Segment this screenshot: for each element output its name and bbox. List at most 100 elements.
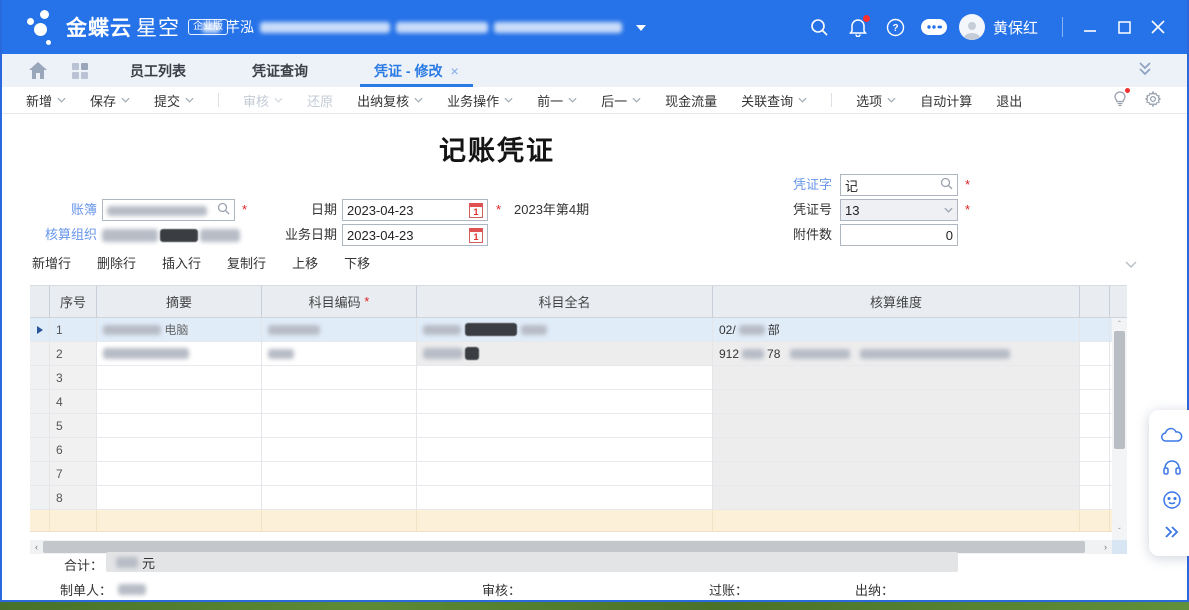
scroll-up-arrow-icon[interactable]: ˆ [1112,318,1127,331]
cell-account-code[interactable] [262,390,417,413]
calendar-icon[interactable]: 1 [469,228,483,243]
tab-voucher-query[interactable]: 凭证查询 [226,54,334,87]
close-button[interactable] [1141,0,1175,54]
assistant-icon[interactable] [915,0,953,54]
settings-gear-icon[interactable] [1145,91,1161,110]
grid-collapse-icon[interactable] [1125,256,1137,274]
cell-account-name[interactable] [417,342,713,365]
cell-summary[interactable] [97,462,262,485]
table-row[interactable]: 8 [30,486,1127,510]
help-icon[interactable]: ? [877,0,915,54]
attachments-input[interactable]: 0 [840,224,958,246]
cell-dimension[interactable]: 02/部 [713,318,1080,341]
cell-account-name[interactable] [417,438,713,461]
cell-account-name[interactable] [417,486,713,509]
toolbar-options[interactable]: 选项 [856,91,896,110]
voucher-word-input[interactable]: 记 [840,174,958,196]
tabs-expand-icon[interactable] [1137,60,1153,83]
calendar-icon[interactable]: 1 [469,203,483,218]
toolbar-auto-calc[interactable]: 自动计算 [920,91,972,110]
toolbar-submit[interactable]: 提交 [154,91,194,110]
cell-summary[interactable] [97,414,262,437]
cell-account-code[interactable] [262,438,417,461]
lookup-magnifier-icon[interactable] [940,177,953,193]
toolbar-cash-flow[interactable]: 现金流量 [665,91,717,110]
date-input[interactable]: 2023-04-23 1 [342,199,488,221]
user-name[interactable]: 黄保红 [993,17,1038,38]
scroll-right-arrow-icon[interactable]: › [1099,540,1112,554]
cell-account-code[interactable] [262,414,417,437]
cell-dimension[interactable] [713,390,1080,413]
company-dropdown-caret-icon[interactable] [636,19,646,35]
cell-dimension[interactable]: 91278 [713,342,1080,365]
cell-account-code[interactable] [262,318,417,341]
toolbar-previous[interactable]: 前一 [537,91,577,110]
notifications-bell-icon[interactable] [839,0,877,54]
cell-dimension[interactable] [713,462,1080,485]
cell-extra[interactable] [1080,462,1110,485]
cell-extra[interactable] [1080,486,1110,509]
cell-summary[interactable] [97,438,262,461]
toolbar-restore[interactable]: 还原 [307,91,333,110]
scroll-left-arrow-icon[interactable]: ‹ [30,540,43,554]
cell-account-name[interactable] [417,366,713,389]
grid-move-down[interactable]: 下移 [344,253,370,272]
lookup-magnifier-icon[interactable] [217,202,230,218]
vertical-scroll-thumb[interactable] [1114,331,1125,449]
cell-dimension[interactable] [713,486,1080,509]
cell-summary[interactable] [97,486,262,509]
grid-insert-row[interactable]: 插入行 [162,253,201,272]
cell-summary[interactable] [97,342,262,365]
tab-voucher-edit[interactable]: 凭证 - 修改 × [348,54,485,87]
home-icon[interactable] [28,61,48,81]
headset-support-icon[interactable] [1162,458,1182,476]
toolbar-next[interactable]: 后一 [601,91,641,110]
cloud-icon[interactable] [1161,427,1183,443]
cell-summary[interactable]: 电脑 [97,318,262,341]
table-row[interactable]: 4 [30,390,1127,414]
grid-move-up[interactable]: 上移 [292,253,318,272]
toolbar-related-query[interactable]: 关联查询 [741,91,807,110]
grid-copy-row[interactable]: 复制行 [227,253,266,272]
cell-account-name[interactable] [417,462,713,485]
toolbar-save[interactable]: 保存 [90,91,130,110]
minimize-button[interactable] [1073,0,1107,54]
vertical-scrollbar[interactable]: ˆ ˇ [1112,318,1127,540]
toolbar-cashier-review[interactable]: 出纳复核 [357,91,423,110]
biz-date-input[interactable]: 2023-04-23 1 [342,224,488,246]
cell-dimension[interactable] [713,366,1080,389]
dropdown-caret-icon[interactable] [944,207,953,213]
cell-summary[interactable] [97,390,262,413]
voucher-no-input[interactable]: 13 [840,199,958,221]
cell-extra[interactable] [1080,366,1110,389]
cell-extra[interactable] [1080,438,1110,461]
company-selector[interactable]: 芊泓 [202,0,646,54]
user-avatar[interactable] [959,14,985,40]
apps-grid-icon[interactable] [70,61,90,81]
cell-account-name[interactable] [417,414,713,437]
cell-account-code[interactable] [262,462,417,485]
cell-summary[interactable] [97,366,262,389]
cell-account-code[interactable] [262,342,417,365]
grid-delete-row[interactable]: 删除行 [97,253,136,272]
toolbar-exit[interactable]: 退出 [996,91,1022,110]
cell-extra[interactable] [1080,414,1110,437]
search-icon[interactable] [801,0,839,54]
cell-dimension[interactable] [713,438,1080,461]
lightbulb-tips-icon[interactable] [1113,90,1127,110]
table-row[interactable]: 3 [30,366,1127,390]
maximize-button[interactable] [1107,0,1141,54]
cell-extra[interactable] [1080,390,1110,413]
table-row[interactable]: 6 [30,438,1127,462]
tab-employee-list[interactable]: 员工列表 [104,54,212,87]
feedback-smiley-icon[interactable] [1162,490,1182,510]
table-row[interactable]: 2 91278 [30,342,1127,366]
cell-account-name[interactable] [417,318,713,341]
scroll-down-arrow-icon[interactable]: ˇ [1112,525,1127,538]
toolbar-audit[interactable]: 审核 [243,91,283,110]
cell-account-code[interactable] [262,486,417,509]
toolbar-new[interactable]: 新增 [26,91,66,110]
collapse-panel-icon[interactable] [1164,525,1180,539]
tab-close-icon[interactable]: × [450,63,458,79]
toolbar-business-ops[interactable]: 业务操作 [447,91,513,110]
